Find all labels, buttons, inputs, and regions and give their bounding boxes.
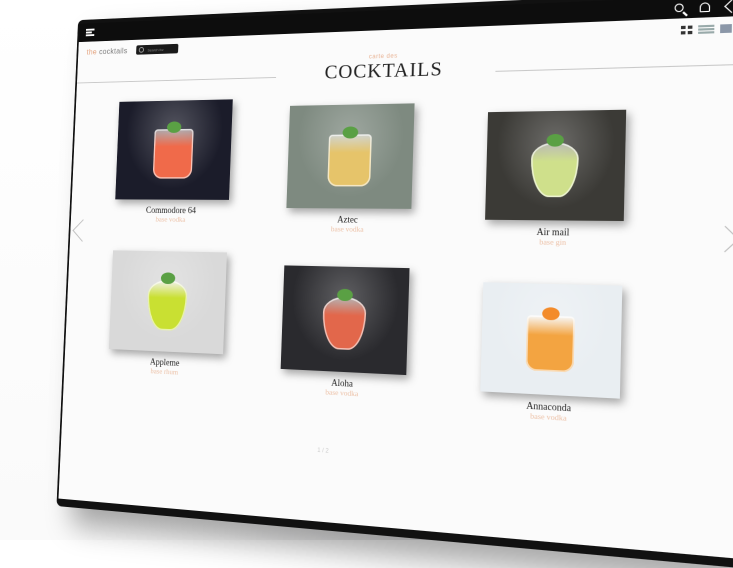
view-toggles — [680, 24, 732, 35]
cocktail-glass-icon — [152, 128, 194, 179]
cocktail-base: base gin — [539, 237, 567, 248]
cocktail-photo[interactable] — [286, 103, 415, 209]
cocktail-photo[interactable] — [485, 109, 627, 222]
cocktail-base: base vodka — [155, 214, 186, 224]
back-icon[interactable] — [724, 0, 733, 13]
cocktail-grid: Commodore 64 base vodka Aztec base vodka… — [95, 89, 707, 486]
search-input[interactable]: Search for — [135, 43, 179, 55]
search-input-icon — [138, 46, 145, 53]
app-screen: the cocktails Search for carte des COCKT… — [58, 0, 733, 559]
tablet-device: the cocktails Search for carte des COCKT… — [56, 0, 733, 568]
brand-logo[interactable]: the cocktails — [87, 46, 128, 56]
cocktail-photo[interactable] — [108, 250, 227, 355]
cocktail-base: base vodka — [330, 224, 364, 234]
cocktail-card[interactable]: Annaconda base vodka — [468, 282, 635, 427]
cocktail-glass-icon — [525, 315, 575, 373]
large-view-icon[interactable] — [720, 24, 732, 34]
cocktail-card[interactable]: Appleme base rhum — [98, 250, 237, 379]
cocktail-card[interactable]: Commodore 64 base vodka — [105, 99, 243, 224]
grid-view-icon[interactable] — [680, 25, 693, 35]
cocktail-card[interactable]: Air mail base gin — [473, 109, 639, 248]
brand-name: cocktails — [98, 46, 128, 56]
menu-icon[interactable] — [85, 28, 95, 37]
next-arrow-icon[interactable] — [711, 225, 733, 253]
cocktail-photo[interactable] — [280, 265, 410, 376]
cocktail-glass-icon — [530, 142, 580, 198]
brand-prefix: the — [86, 47, 98, 57]
cocktail-glass-icon — [327, 134, 372, 187]
pager: 1 / 2 — [317, 447, 329, 455]
prev-arrow-icon[interactable] — [72, 219, 93, 242]
cocktail-photo[interactable] — [115, 99, 233, 200]
cocktail-card[interactable]: Aloha base vodka — [269, 265, 420, 401]
cocktail-glass-icon — [321, 296, 367, 351]
list-view-icon[interactable] — [698, 24, 715, 34]
search-placeholder: Search for — [147, 46, 164, 53]
cocktail-photo[interactable] — [480, 282, 623, 399]
search-icon[interactable] — [674, 3, 684, 13]
top-actions — [674, 0, 733, 13]
cocktail-card[interactable]: Aztec base vodka — [275, 103, 426, 234]
bell-icon[interactable] — [699, 1, 711, 12]
cocktail-glass-icon — [146, 279, 188, 332]
